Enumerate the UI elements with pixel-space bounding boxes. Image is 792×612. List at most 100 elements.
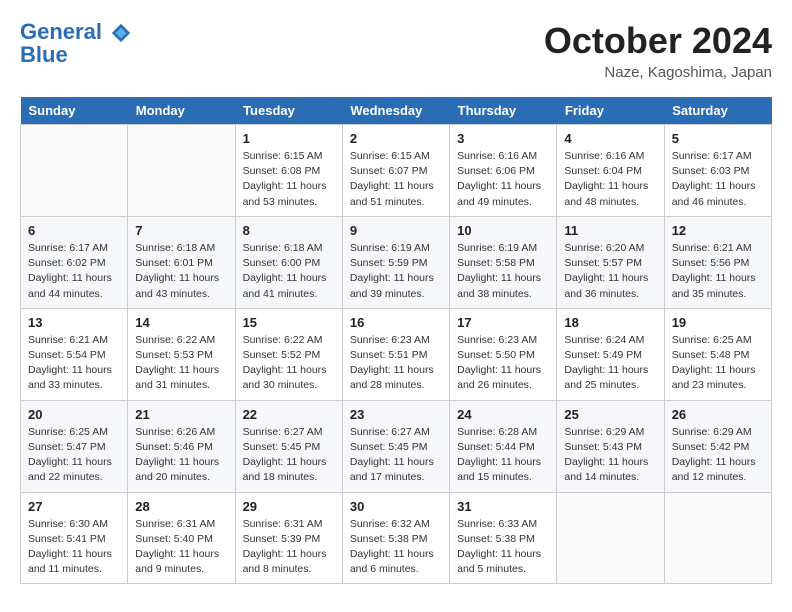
day-number: 7 [135,223,227,238]
cell-info: Sunrise: 6:28 AMSunset: 5:44 PMDaylight:… [457,425,549,486]
calendar-cell: 19 Sunrise: 6:25 AMSunset: 5:48 PMDayligh… [664,308,771,400]
title-block: October 2024 Naze, Kagoshima, Japan [544,20,772,81]
cell-info: Sunrise: 6:25 AMSunset: 5:48 PMDaylight:… [672,333,764,394]
cell-info: Sunrise: 6:30 AMSunset: 5:41 PMDaylight:… [28,517,120,578]
calendar-cell: 28 Sunrise: 6:31 AMSunset: 5:40 PMDayligh… [128,492,235,584]
cell-info: Sunrise: 6:21 AMSunset: 5:54 PMDaylight:… [28,333,120,394]
calendar-cell: 25 Sunrise: 6:29 AMSunset: 5:43 PMDayligh… [557,400,664,492]
calendar-cell: 10 Sunrise: 6:19 AMSunset: 5:58 PMDayligh… [450,216,557,308]
calendar-cell: 23 Sunrise: 6:27 AMSunset: 5:45 PMDayligh… [342,400,449,492]
cell-info: Sunrise: 6:18 AMSunset: 6:00 PMDaylight:… [243,241,335,302]
cell-info: Sunrise: 6:18 AMSunset: 6:01 PMDaylight:… [135,241,227,302]
calendar-cell [21,125,128,217]
calendar-week-3: 13 Sunrise: 6:21 AMSunset: 5:54 PMDayligh… [21,308,772,400]
day-number: 26 [672,407,764,422]
day-number: 15 [243,315,335,330]
calendar-cell: 8 Sunrise: 6:18 AMSunset: 6:00 PMDaylight… [235,216,342,308]
calendar-cell: 14 Sunrise: 6:22 AMSunset: 5:53 PMDayligh… [128,308,235,400]
calendar-cell: 26 Sunrise: 6:29 AMSunset: 5:42 PMDayligh… [664,400,771,492]
calendar-cell: 15 Sunrise: 6:22 AMSunset: 5:52 PMDayligh… [235,308,342,400]
calendar-cell: 20 Sunrise: 6:25 AMSunset: 5:47 PMDayligh… [21,400,128,492]
day-number: 18 [564,315,656,330]
calendar-cell: 2 Sunrise: 6:15 AMSunset: 6:07 PMDaylight… [342,125,449,217]
day-number: 17 [457,315,549,330]
cell-info: Sunrise: 6:16 AMSunset: 6:04 PMDaylight:… [564,149,656,210]
calendar-cell: 31 Sunrise: 6:33 AMSunset: 5:38 PMDayligh… [450,492,557,584]
day-number: 8 [243,223,335,238]
calendar-cell: 1Sunrise: 6:15 AMSunset: 6:08 PMDaylight… [235,125,342,217]
weekday-header-wednesday: Wednesday [342,97,449,125]
cell-info: Sunrise: 6:27 AMSunset: 5:45 PMDaylight:… [350,425,442,486]
day-number: 13 [28,315,120,330]
calendar-cell: 6 Sunrise: 6:17 AMSunset: 6:02 PMDaylight… [21,216,128,308]
weekday-header-tuesday: Tuesday [235,97,342,125]
day-number: 4 [564,131,656,146]
cell-info: Sunrise: 6:29 AMSunset: 5:43 PMDaylight:… [564,425,656,486]
logo-subtext: Blue [20,44,132,66]
weekday-header-thursday: Thursday [450,97,557,125]
calendar-header-row: SundayMondayTuesdayWednesdayThursdayFrid… [21,97,772,125]
cell-info: Sunrise: 6:31 AMSunset: 5:39 PMDaylight:… [243,517,335,578]
calendar-cell: 11 Sunrise: 6:20 AMSunset: 5:57 PMDayligh… [557,216,664,308]
calendar-cell: 13 Sunrise: 6:21 AMSunset: 5:54 PMDayligh… [21,308,128,400]
calendar-cell: 16Sunrise: 6:23 AMSunset: 5:51 PMDayligh… [342,308,449,400]
weekday-header-monday: Monday [128,97,235,125]
day-number: 28 [135,499,227,514]
cell-info: Sunrise: 6:25 AMSunset: 5:47 PMDaylight:… [28,425,120,486]
day-number: 19 [672,315,764,330]
day-number: 16 [350,315,442,330]
calendar-cell: 18Sunrise: 6:24 AMSunset: 5:49 PMDayligh… [557,308,664,400]
calendar-week-5: 27 Sunrise: 6:30 AMSunset: 5:41 PMDayligh… [21,492,772,584]
calendar-cell: 21 Sunrise: 6:26 AMSunset: 5:46 PMDayligh… [128,400,235,492]
cell-info: Sunrise: 6:22 AMSunset: 5:53 PMDaylight:… [135,333,227,394]
cell-info: Sunrise: 6:22 AMSunset: 5:52 PMDaylight:… [243,333,335,394]
day-number: 2 [350,131,442,146]
day-number: 24 [457,407,549,422]
cell-info: Sunrise: 6:19 AMSunset: 5:59 PMDaylight:… [350,241,442,302]
day-number: 3 [457,131,549,146]
day-number: 21 [135,407,227,422]
logo: General Blue [20,20,132,66]
day-number: 20 [28,407,120,422]
day-number: 6 [28,223,120,238]
calendar-cell: 9 Sunrise: 6:19 AMSunset: 5:59 PMDaylight… [342,216,449,308]
cell-info: Sunrise: 6:21 AMSunset: 5:56 PMDaylight:… [672,241,764,302]
day-number: 14 [135,315,227,330]
cell-info: Sunrise: 6:20 AMSunset: 5:57 PMDaylight:… [564,241,656,302]
calendar-cell: 4 Sunrise: 6:16 AMSunset: 6:04 PMDaylight… [557,125,664,217]
day-number: 22 [243,407,335,422]
day-number: 31 [457,499,549,514]
calendar-cell: 30Sunrise: 6:32 AMSunset: 5:38 PMDayligh… [342,492,449,584]
cell-info: Sunrise: 6:33 AMSunset: 5:38 PMDaylight:… [457,517,549,578]
cell-info: Sunrise: 6:19 AMSunset: 5:58 PMDaylight:… [457,241,549,302]
day-number: 11 [564,223,656,238]
day-number: 10 [457,223,549,238]
calendar-cell [664,492,771,584]
cell-info: Sunrise: 6:16 AMSunset: 6:06 PMDaylight:… [457,149,549,210]
day-number: 12 [672,223,764,238]
cell-info: Sunrise: 6:31 AMSunset: 5:40 PMDaylight:… [135,517,227,578]
day-number: 27 [28,499,120,514]
day-number: 25 [564,407,656,422]
cell-info: Sunrise: 6:29 AMSunset: 5:42 PMDaylight:… [672,425,764,486]
calendar-cell [557,492,664,584]
weekday-header-sunday: Sunday [21,97,128,125]
calendar-cell: 17 Sunrise: 6:23 AMSunset: 5:50 PMDayligh… [450,308,557,400]
calendar-cell: 12 Sunrise: 6:21 AMSunset: 5:56 PMDayligh… [664,216,771,308]
month-title: October 2024 [544,20,772,62]
cell-info: Sunrise: 6:15 AMSunset: 6:08 PMDaylight:… [243,149,335,210]
cell-info: Sunrise: 6:15 AMSunset: 6:07 PMDaylight:… [350,149,442,210]
day-number: 23 [350,407,442,422]
day-number: 5 [672,131,764,146]
cell-info: Sunrise: 6:26 AMSunset: 5:46 PMDaylight:… [135,425,227,486]
cell-info: Sunrise: 6:17 AMSunset: 6:02 PMDaylight:… [28,241,120,302]
calendar-week-2: 6 Sunrise: 6:17 AMSunset: 6:02 PMDaylight… [21,216,772,308]
day-number: 9 [350,223,442,238]
logo-text: General [20,20,132,44]
cell-info: Sunrise: 6:27 AMSunset: 5:45 PMDaylight:… [243,425,335,486]
cell-info: Sunrise: 6:23 AMSunset: 5:50 PMDaylight:… [457,333,549,394]
location-text: Naze, Kagoshima, Japan [544,64,772,81]
calendar-cell: 22 Sunrise: 6:27 AMSunset: 5:45 PMDayligh… [235,400,342,492]
calendar-cell: 27 Sunrise: 6:30 AMSunset: 5:41 PMDayligh… [21,492,128,584]
day-number: 30 [350,499,442,514]
